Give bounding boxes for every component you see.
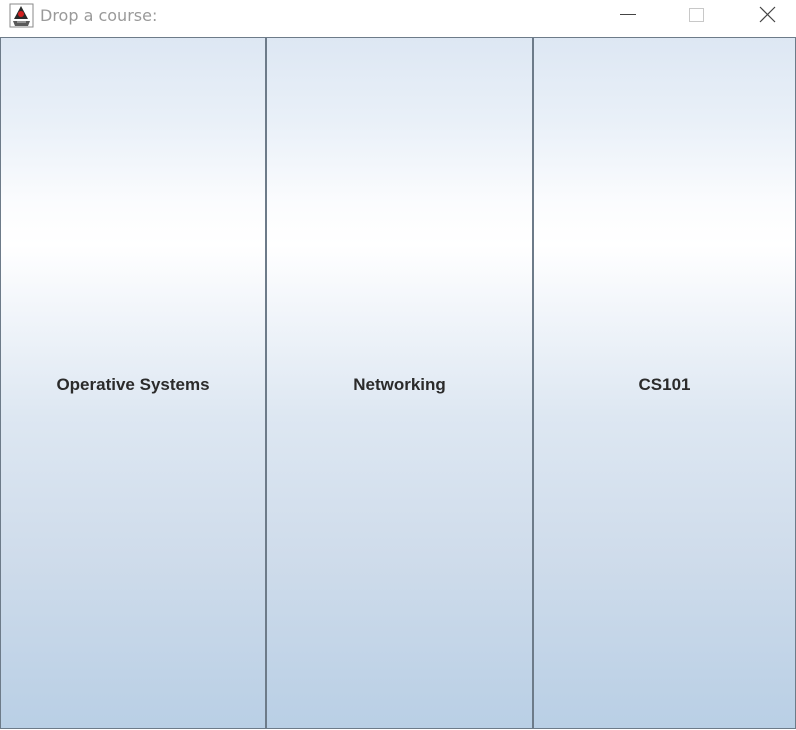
course-label: Operative Systems xyxy=(56,375,210,394)
minimize-icon[interactable] xyxy=(605,0,651,31)
drop-course-window: Drop a course: Operative Systems Network… xyxy=(0,0,796,730)
title-bar[interactable]: Drop a course: xyxy=(0,0,796,31)
close-icon[interactable] xyxy=(745,0,791,31)
course-button-cs101[interactable]: CS101 xyxy=(533,37,796,729)
java-duke-icon xyxy=(9,3,34,28)
maximize-icon[interactable] xyxy=(674,0,720,31)
course-label: CS101 xyxy=(638,375,691,394)
course-button-operative-systems[interactable]: Operative Systems xyxy=(0,37,266,729)
course-label: Networking xyxy=(353,375,446,394)
window-title: Drop a course: xyxy=(40,6,158,25)
course-button-panel: Operative Systems Networking CS101 xyxy=(0,37,796,730)
course-button-networking[interactable]: Networking xyxy=(266,37,533,729)
